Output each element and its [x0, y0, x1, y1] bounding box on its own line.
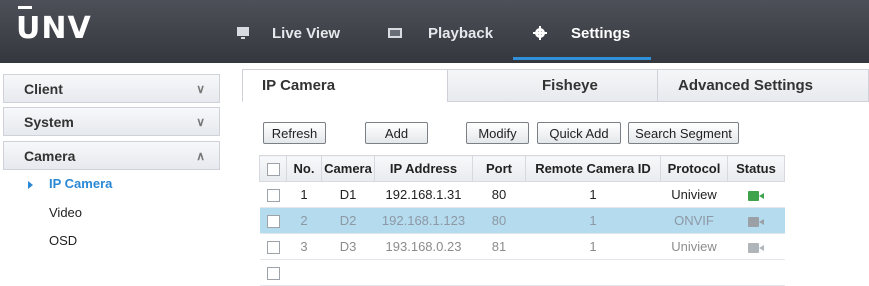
cell-port: 80	[472, 207, 526, 234]
camera-online-icon	[748, 190, 764, 201]
cell-ip: 192.168.1.123	[374, 207, 473, 234]
table-row[interactable]: 1 D1 192.168.1.31 80 1 Uniview	[259, 181, 785, 208]
sidebar-section-camera[interactable]: Camera ∧	[3, 141, 220, 170]
column-header[interactable]: Camera	[321, 155, 375, 182]
logo: UNV	[16, 6, 92, 48]
sidebar-item-ip-camera[interactable]: IP Camera	[49, 176, 112, 191]
tab-fisheye[interactable]: Fisheye	[447, 69, 658, 102]
selected-item-arrow-icon	[28, 181, 33, 189]
row-checkbox[interactable]	[259, 233, 287, 260]
select-all-checkbox[interactable]	[259, 155, 287, 182]
cell-no: 3	[286, 233, 322, 260]
nav-playback[interactable]: Playback	[388, 22, 493, 44]
sidebar: Client ∨ System ∨ Camera ∧	[0, 69, 223, 267]
cell-no: 1	[286, 181, 322, 208]
tab-advanced-settings[interactable]: Advanced Settings	[657, 69, 869, 102]
row-checkbox[interactable]	[259, 259, 287, 286]
row-checkbox[interactable]	[259, 207, 287, 234]
table-header-row: No. Camera IP Address Port Remote Camera…	[259, 155, 785, 182]
tab-bar: IP Camera Fisheye Advanced Settings	[242, 69, 869, 102]
table-row[interactable]	[259, 259, 785, 286]
camera-offline-icon	[748, 216, 764, 227]
monitor-icon	[236, 26, 250, 40]
cell-camera: D3	[321, 233, 375, 260]
cell-port: 81	[472, 233, 526, 260]
sidebar-section-system[interactable]: System ∨	[3, 107, 220, 136]
nav-settings[interactable]: Settings	[533, 22, 630, 44]
cell-no: 2	[286, 207, 322, 234]
table-row[interactable]: 3 D3 193.168.0.23 81 1 Uniview	[259, 233, 785, 260]
cell-port: 80	[472, 181, 526, 208]
film-icon	[388, 26, 402, 40]
modify-button[interactable]: Modify	[466, 122, 529, 144]
sidebar-section-client[interactable]: Client ∨	[3, 74, 220, 103]
nav-live-view[interactable]: Live View	[236, 22, 340, 44]
cell-protocol: Uniview	[660, 233, 728, 260]
chevron-double-up-icon: ∧	[196, 148, 205, 163]
column-header[interactable]: Protocol	[660, 155, 728, 182]
top-bar: UNV Live View Playback Settings	[0, 0, 869, 63]
active-nav-indicator	[513, 57, 651, 60]
refresh-button[interactable]: Refresh	[263, 122, 326, 144]
cell-camera: D1	[321, 181, 375, 208]
row-checkbox[interactable]	[259, 181, 287, 208]
column-header[interactable]: No.	[286, 155, 322, 182]
camera-table: No. Camera IP Address Port Remote Camera…	[259, 155, 785, 286]
cell-ip: 192.168.1.31	[374, 181, 473, 208]
column-header[interactable]: Status	[727, 155, 785, 182]
search-segment-button[interactable]: Search Segment	[628, 122, 739, 144]
cell-remote-id: 1	[525, 181, 661, 208]
cell-remote-id: 1	[525, 233, 661, 260]
cell-ip: 193.168.0.23	[374, 233, 473, 260]
main-panel: IP Camera Fisheye Advanced Settings Refr…	[242, 69, 869, 286]
camera-offline-icon	[748, 242, 764, 253]
column-header[interactable]: IP Address	[374, 155, 473, 182]
cell-remote-id: 1	[525, 207, 661, 234]
cell-camera: D2	[321, 207, 375, 234]
cell-protocol: Uniview	[660, 181, 728, 208]
chevron-double-down-icon: ∨	[196, 114, 205, 129]
sidebar-item-osd[interactable]: OSD	[49, 233, 77, 248]
add-button[interactable]: Add	[365, 122, 428, 144]
cell-protocol: ONVIF	[660, 207, 728, 234]
quick-add-button[interactable]: Quick Add	[537, 122, 621, 144]
column-header[interactable]: Remote Camera ID	[525, 155, 661, 182]
tab-ip-camera[interactable]: IP Camera	[242, 69, 448, 102]
gear-icon	[533, 26, 547, 40]
column-header[interactable]: Port	[472, 155, 526, 182]
table-row[interactable]: 2 D2 192.168.1.123 80 1 ONVIF	[259, 207, 785, 234]
chevron-double-down-icon: ∨	[196, 81, 205, 96]
sidebar-item-video[interactable]: Video	[49, 205, 82, 220]
